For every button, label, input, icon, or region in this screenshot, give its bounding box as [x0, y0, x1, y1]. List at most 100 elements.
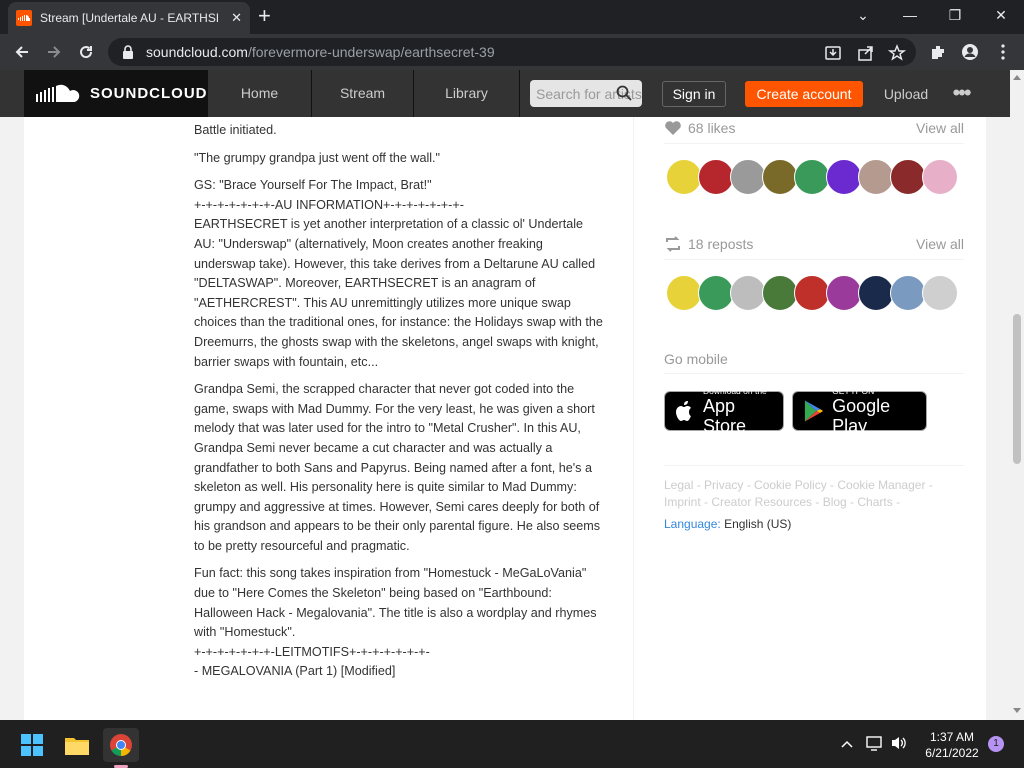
browser-tab[interactable]: Stream [Undertale AU - EARTHSECRET] - ME… [8, 2, 250, 34]
likes-count: 68 likes [688, 120, 736, 136]
user-avatar[interactable] [890, 275, 926, 311]
soundcloud-logo[interactable]: SOUNDCLOUD [24, 70, 208, 117]
language-label: Language: [664, 517, 721, 531]
maximize-button[interactable]: ❐ [940, 3, 970, 27]
bookmark-star-icon[interactable] [888, 44, 906, 62]
description-paragraph: Battle initiated. [194, 123, 277, 137]
user-avatar[interactable] [698, 159, 734, 195]
tab-close-icon[interactable]: ✕ [231, 10, 242, 26]
reload-icon[interactable] [74, 40, 98, 64]
user-avatar[interactable] [794, 275, 830, 311]
description-paragraph: Fun fact: this song takes inspiration fr… [194, 566, 597, 679]
scroll-down-icon[interactable] [1013, 708, 1021, 714]
reposts-view-all-link[interactable]: View all [916, 236, 964, 252]
reposts-count: 18 reposts [688, 236, 754, 252]
repost-icon [666, 236, 680, 252]
user-avatar[interactable] [858, 275, 894, 311]
start-windows-icon[interactable] [14, 728, 50, 762]
user-avatar[interactable] [794, 159, 830, 195]
user-avatar[interactable] [826, 275, 862, 311]
user-avatar[interactable] [666, 159, 702, 195]
sign-in-button[interactable]: Sign in [662, 81, 726, 107]
language-value: English (US) [724, 517, 792, 531]
nav-home[interactable]: Home [208, 70, 312, 117]
likes-view-all-link[interactable]: View all [916, 120, 964, 136]
user-avatar[interactable] [730, 275, 766, 311]
system-clock[interactable]: 1:37 AM 6/21/2022 [920, 729, 984, 761]
volume-icon[interactable] [890, 735, 908, 754]
user-avatar[interactable] [922, 275, 958, 311]
user-avatar[interactable] [890, 159, 926, 195]
soundcloud-cloud-icon [36, 84, 80, 102]
google-play-big-text: Google Play [832, 395, 891, 436]
share-icon[interactable] [857, 44, 875, 62]
logo-wordmark: SOUNDCLOUD [90, 85, 208, 102]
browser-menu-icon[interactable] [994, 43, 1012, 61]
clock-date: 6/21/2022 [925, 746, 979, 760]
tab-search-icon[interactable]: ⌄ [848, 3, 878, 27]
nav-library[interactable]: Library [414, 70, 520, 117]
forward-arrow-icon[interactable] [42, 40, 66, 64]
user-avatar[interactable] [826, 159, 862, 195]
user-avatar[interactable] [762, 275, 798, 311]
network-icon[interactable] [866, 735, 884, 754]
nav-stream[interactable]: Stream [312, 70, 414, 117]
language-selector[interactable]: Language: English (US) [664, 517, 791, 531]
reposts-row: 18 reposts View all [664, 233, 964, 255]
scrollbar-thumb[interactable] [1013, 314, 1021, 464]
chrome-taskbar-icon[interactable] [103, 728, 139, 768]
soundcloud-favicon-icon [16, 10, 32, 26]
back-arrow-icon[interactable] [10, 40, 34, 64]
close-window-button[interactable]: ✕ [986, 3, 1016, 27]
tab-title: Stream [Undertale AU - EARTHSECRET] - ME… [40, 11, 218, 25]
address-bar[interactable]: soundcloud.com/forevermore-underswap/ear… [108, 38, 916, 66]
lock-icon [123, 45, 133, 59]
browser-tab-bar: Stream [Undertale AU - EARTHSECRET] - ME… [0, 0, 1024, 34]
browser-toolbar: soundcloud.com/forevermore-underswap/ear… [0, 34, 1024, 70]
upload-link[interactable]: Upload [878, 81, 934, 107]
user-avatar[interactable] [858, 159, 894, 195]
notification-badge[interactable]: 1 [988, 736, 1004, 752]
reposters-avatar-list [666, 275, 958, 311]
footer-links[interactable]: Legal - Privacy - Cookie Policy - Cookie… [664, 477, 964, 511]
create-account-button[interactable]: Create account [745, 81, 863, 107]
install-icon[interactable] [824, 44, 842, 62]
file-explorer-icon[interactable] [59, 728, 95, 762]
clock-time: 1:37 AM [929, 730, 975, 744]
description-paragraph: "The grumpy grandpa just went off the wa… [194, 150, 441, 165]
more-options-icon[interactable]: ••• [947, 82, 975, 104]
user-avatar[interactable] [730, 159, 766, 195]
show-hidden-icons-icon[interactable] [841, 735, 853, 751]
new-tab-button[interactable]: + [258, 5, 271, 27]
column-divider [633, 117, 634, 720]
page-scrollbar[interactable] [1010, 70, 1024, 720]
app-store-big-text: App Store [702, 395, 747, 436]
likes-row: 68 likes View all [664, 117, 964, 139]
user-avatar[interactable] [922, 159, 958, 195]
google-play-small-text: GET IT ON [832, 385, 875, 396]
description-paragraph: GS: "Brace Yourself For The Impact, Brat… [194, 178, 603, 369]
profile-avatar-icon[interactable] [961, 43, 979, 61]
divider [664, 259, 964, 260]
description-paragraph: Grandpa Semi, the scrapped character tha… [194, 382, 604, 553]
soundcloud-header: SOUNDCLOUD Home Stream Library Search fo… [0, 70, 1010, 117]
extensions-puzzle-icon[interactable] [929, 43, 947, 61]
likers-avatar-list [666, 159, 958, 195]
scroll-up-icon[interactable] [1013, 74, 1021, 80]
heart-icon [665, 121, 681, 135]
url-text: soundcloud.com/forevermore-underswap/ear… [146, 44, 495, 60]
search-icon[interactable] [616, 85, 632, 101]
app-store-badge[interactable]: Download on the App Store [664, 386, 784, 436]
user-avatar[interactable] [666, 275, 702, 311]
apple-icon [675, 401, 691, 421]
user-avatar[interactable] [698, 275, 734, 311]
google-play-badge[interactable]: GET IT ON Google Play [792, 386, 927, 436]
minimize-button[interactable]: — [895, 3, 925, 27]
track-description: Battle initiated. "The grumpy grandpa ju… [194, 117, 604, 690]
user-avatar[interactable] [762, 159, 798, 195]
divider [664, 143, 964, 144]
track-page-content: Battle initiated. "The grumpy grandpa ju… [24, 117, 986, 720]
go-mobile-heading: Go mobile [664, 351, 728, 367]
divider [664, 373, 964, 374]
google-play-icon [804, 400, 824, 422]
